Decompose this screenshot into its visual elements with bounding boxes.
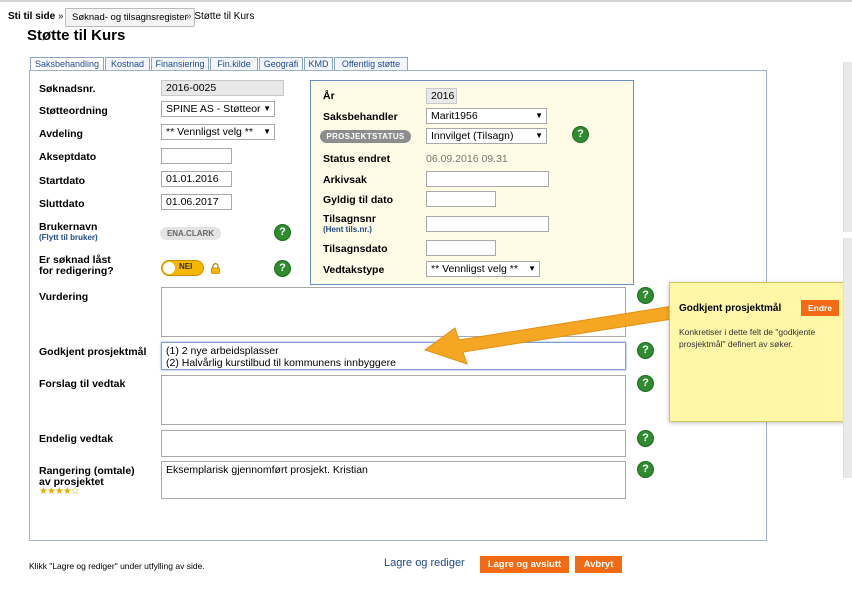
sluttdato-field[interactable]: 01.06.2017 bbox=[161, 194, 232, 210]
prosjektstatus-badge: PROSJEKTSTATUS bbox=[320, 130, 411, 143]
stotteordning-label: Støtteordning bbox=[39, 105, 108, 117]
locked-toggle[interactable]: NEI bbox=[161, 260, 204, 276]
vurdering-label: Vurdering bbox=[39, 291, 89, 303]
tooltip-body: Konkretiser i dette felt de "godkjente p… bbox=[679, 327, 816, 349]
soknadsnr-field: 2016-0025 bbox=[161, 80, 284, 96]
endelig-vedtak-textarea[interactable] bbox=[161, 430, 626, 457]
scrollbar-track[interactable] bbox=[843, 238, 852, 478]
help-icon[interactable]: ? bbox=[275, 225, 290, 240]
tab-finansiering[interactable]: Finansiering bbox=[151, 57, 209, 71]
tooltip-title: Godkjent prosjektmål bbox=[679, 303, 782, 314]
tab-offentlig-stotte[interactable]: Offentlig støtte bbox=[334, 57, 408, 71]
edit-button[interactable]: Endre bbox=[801, 300, 839, 316]
chevron-down-icon: ▼ bbox=[535, 111, 543, 120]
help-icon[interactable]: ? bbox=[275, 261, 290, 276]
breadcrumb-current: » Støtte til Kurs bbox=[186, 11, 255, 22]
brukernavn-badge: ENA.CLARK bbox=[160, 227, 221, 240]
stotteordning-select[interactable]: SPINE AS - Støtteor ▼ bbox=[161, 101, 275, 117]
status-endret-value: 06.09.2016 09.31 bbox=[426, 153, 508, 165]
tilsagnsnr-label: Tilsagnsnr bbox=[323, 213, 376, 225]
prosjektstatus-value: Innvilget (Tilsagn) bbox=[431, 130, 514, 142]
chevron-down-icon: ▼ bbox=[263, 104, 271, 113]
tab-fin-kilde[interactable]: Fin.kilde bbox=[210, 57, 258, 71]
soknadsnr-label: Søknadsnr. bbox=[39, 83, 96, 95]
endelig-vedtak-label: Endelig vedtak bbox=[39, 433, 114, 445]
avdeling-label: Avdeling bbox=[39, 128, 83, 140]
tilsagnsdato-label: Tilsagnsdato bbox=[323, 243, 388, 255]
tilsagnsnr-field[interactable] bbox=[426, 216, 549, 232]
tab-geografi[interactable]: Geografi bbox=[259, 57, 303, 71]
vedtakstype-value: ** Vennligst velg ** bbox=[431, 263, 518, 275]
saksbehandler-label: Saksbehandler bbox=[323, 111, 398, 123]
godkjent-prosjektmal-label: Godkjent prosjektmål bbox=[39, 346, 147, 358]
arkivsak-label: Arkivsak bbox=[323, 174, 367, 186]
cancel-button[interactable]: Avbryt bbox=[575, 556, 622, 573]
breadcrumb-label: Sti til side » bbox=[8, 11, 64, 22]
hent-tilsagnsnr-link[interactable]: (Hent tils.nr.) bbox=[323, 225, 372, 234]
page-title: Støtte til Kurs bbox=[27, 27, 126, 44]
help-icon[interactable]: ? bbox=[573, 127, 588, 142]
save-and-close-button[interactable]: Lagre og avslutt bbox=[480, 556, 569, 573]
toggle-knob bbox=[163, 262, 175, 274]
startdato-field[interactable]: 01.01.2016 bbox=[161, 171, 232, 187]
avdeling-select[interactable]: ** Vennligst velg ** ▼ bbox=[161, 124, 275, 140]
help-icon[interactable]: ? bbox=[638, 431, 653, 446]
arrow-annotation bbox=[423, 305, 680, 365]
arkivsak-field[interactable] bbox=[426, 171, 549, 187]
chevron-down-icon: ▼ bbox=[263, 127, 271, 136]
akseptdato-label: Akseptdato bbox=[39, 151, 97, 163]
sluttdato-label: Sluttdato bbox=[39, 198, 85, 210]
gyldig-til-dato-field[interactable] bbox=[426, 191, 496, 207]
prosjektstatus-select[interactable]: Innvilget (Tilsagn) ▼ bbox=[426, 128, 547, 144]
vedtakstype-select[interactable]: ** Vennligst velg ** ▼ bbox=[426, 261, 540, 277]
flytt-til-bruker-link[interactable]: (Flytt til bruker) bbox=[39, 233, 98, 242]
status-endret-label: Status endret bbox=[323, 153, 391, 165]
chevron-down-icon: ▼ bbox=[528, 264, 536, 273]
chevron-down-icon: ▼ bbox=[535, 131, 543, 140]
tilsagnsdato-field[interactable] bbox=[426, 240, 496, 256]
tab-kostnad[interactable]: Kostnad bbox=[105, 57, 150, 71]
avdeling-value: ** Vennligst velg ** bbox=[166, 126, 253, 138]
saksbehandler-select[interactable]: Marit1956 ▼ bbox=[426, 108, 547, 124]
rangering-textarea[interactable]: Eksemplarisk gjennomført prosjekt. Krist… bbox=[161, 461, 626, 499]
breadcrumb-register-button[interactable]: Søknad- og tilsagnsregister bbox=[65, 8, 195, 27]
help-icon[interactable]: ? bbox=[638, 462, 653, 477]
save-and-edit-link[interactable]: Lagre og rediger bbox=[384, 557, 465, 569]
help-tooltip: Godkjent prosjektmål Endre Konkretiser i… bbox=[669, 282, 852, 422]
toggle-label: NEI bbox=[179, 262, 193, 271]
ar-label: År bbox=[323, 90, 335, 102]
scrollbar-track[interactable] bbox=[843, 62, 852, 232]
vedtakstype-label: Vedtakstype bbox=[323, 264, 385, 276]
locked-label-line2: for redigering? bbox=[39, 265, 114, 277]
brukernavn-label: Brukernavn bbox=[39, 221, 98, 233]
saksbehandler-value: Marit1956 bbox=[431, 110, 478, 122]
forslag-til-vedtak-label: Forslag til vedtak bbox=[39, 378, 126, 390]
tab-kmd[interactable]: KMD bbox=[304, 57, 333, 71]
akseptdato-field[interactable] bbox=[161, 148, 232, 164]
stotteordning-value: SPINE AS - Støtteor bbox=[166, 103, 261, 115]
gyldig-til-dato-label: Gyldig til dato bbox=[323, 194, 393, 206]
ar-field: 2016 bbox=[426, 88, 457, 104]
startdato-label: Startdato bbox=[39, 175, 86, 187]
help-icon[interactable]: ? bbox=[638, 376, 653, 391]
footer-note: Klikk "Lagre og rediger" under utfylling… bbox=[29, 561, 205, 571]
rating-stars[interactable]: ★★★★☆ bbox=[39, 486, 80, 497]
lock-icon bbox=[211, 263, 220, 277]
forslag-til-vedtak-textarea[interactable] bbox=[161, 375, 626, 425]
top-border bbox=[0, 0, 852, 2]
